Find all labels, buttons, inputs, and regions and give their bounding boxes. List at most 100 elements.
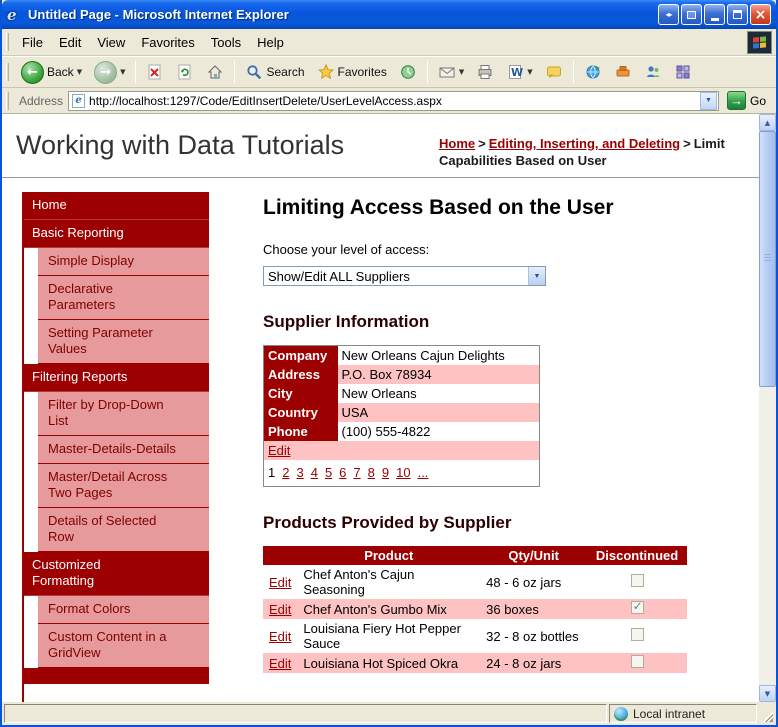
- print-button[interactable]: [471, 60, 499, 84]
- scroll-up-button[interactable]: ▲: [759, 114, 776, 131]
- pager-page-link[interactable]: 4: [311, 465, 318, 480]
- back-button[interactable]: ← Back ▼: [16, 58, 87, 87]
- discontinued-checkbox[interactable]: [630, 599, 644, 614]
- field-label: Company: [263, 345, 338, 365]
- breadcrumb-link-editing[interactable]: Editing, Inserting, and Deleting: [489, 136, 680, 151]
- menu-tools[interactable]: Tools: [203, 30, 249, 55]
- menu-edit[interactable]: Edit: [51, 30, 89, 55]
- toolbar-grip[interactable]: [6, 63, 9, 81]
- refresh-button[interactable]: [171, 60, 199, 84]
- search-button[interactable]: Search: [240, 60, 309, 84]
- pager-page-link[interactable]: 7: [353, 465, 360, 480]
- toolbar-grip[interactable]: [6, 33, 9, 51]
- scroll-down-button[interactable]: ▼: [759, 685, 776, 702]
- edit-button[interactable]: W ▼: [501, 60, 537, 84]
- pager-page-link[interactable]: 6: [339, 465, 346, 480]
- search-label: Search: [266, 65, 305, 79]
- page-header: Working with Data Tutorials Home > Editing…: [2, 114, 759, 177]
- minimize-icon: [710, 18, 719, 21]
- go-label: Go: [749, 93, 766, 108]
- sidebar-item-format-colors[interactable]: Format Colors: [38, 596, 209, 624]
- nav-arrows-button[interactable]: ◂▸: [658, 4, 679, 25]
- products-table: Product Qty/Unit Discontinued Edit Chef …: [263, 546, 687, 673]
- forward-button[interactable]: → ▼: [89, 58, 130, 87]
- messenger-button[interactable]: [639, 60, 667, 84]
- access-level-select[interactable]: Show/Edit ALL Suppliers ▼: [263, 266, 546, 286]
- resize-grip[interactable]: [759, 704, 774, 723]
- highlight-button[interactable]: [609, 60, 637, 84]
- sidebar-item-filtering-reports[interactable]: Filtering Reports: [24, 364, 209, 392]
- discontinued-checkbox[interactable]: [630, 628, 644, 641]
- product-edit-link[interactable]: Edit: [269, 602, 291, 617]
- breadcrumb: Home > Editing, Inserting, and Deleting > Li…: [439, 130, 751, 169]
- discontinued-checkbox[interactable]: [630, 574, 644, 587]
- maximize-icon: [733, 10, 742, 19]
- pager-page-link[interactable]: 2: [282, 465, 289, 480]
- address-dropdown-button[interactable]: ▼: [699, 91, 717, 110]
- minimize-button[interactable]: [704, 4, 725, 25]
- page-icon: e: [72, 93, 86, 108]
- sidebar-item-declarative-parameters[interactable]: Declarative Parameters: [38, 276, 209, 320]
- sidebar-item-setting-parameter-values[interactable]: Setting Parameter Values: [38, 320, 209, 364]
- field-value: USA: [337, 403, 540, 422]
- sidebar-item-home[interactable]: Home: [24, 192, 209, 220]
- product-qty: 32 - 8 oz bottles: [480, 619, 588, 653]
- supplier-edit-link[interactable]: Edit: [268, 443, 290, 458]
- breadcrumb-link-home[interactable]: Home: [439, 136, 475, 151]
- sidebar-item-details-of-selected-row[interactable]: Details of Selected Row: [38, 508, 209, 552]
- toolbar-grip[interactable]: [6, 91, 9, 110]
- favorites-button[interactable]: Favorites: [312, 60, 392, 84]
- pager-page-link[interactable]: 5: [325, 465, 332, 480]
- sidebar-item-master-details-details[interactable]: Master-Details-Details: [38, 436, 209, 464]
- product-name: Chef Anton's Gumbo Mix: [297, 599, 481, 619]
- chevron-down-icon: ▼: [527, 68, 533, 76]
- discontinued-checkbox[interactable]: [630, 655, 644, 668]
- pager-page-link[interactable]: 10: [396, 465, 410, 480]
- qty-column-header: Qty/Unit: [480, 546, 588, 565]
- scrollbar-thumb[interactable]: [759, 131, 776, 387]
- status-zone-label: Local intranet: [633, 706, 706, 721]
- address-input[interactable]: e http://localhost:1297/Code/EditInsertD…: [68, 90, 719, 111]
- sidebar-nav: Home Basic Reporting Simple Display Decl…: [22, 192, 209, 702]
- stop-button[interactable]: [141, 60, 169, 84]
- pager-ellipsis-link[interactable]: ...: [418, 465, 429, 480]
- sidebar-item-customized-formatting[interactable]: Customized Formatting: [24, 552, 209, 596]
- product-edit-link[interactable]: Edit: [269, 656, 291, 671]
- menu-view[interactable]: View: [89, 30, 133, 55]
- pager-page-link[interactable]: 9: [382, 465, 389, 480]
- select-dropdown-button[interactable]: ▼: [528, 267, 545, 285]
- product-row: Edit Louisiana Fiery Hot Pepper Sauce 32…: [263, 619, 687, 653]
- toolbar-separator: [426, 61, 428, 83]
- sidebar-item-filter-by-drop-down-list[interactable]: Filter by Drop-Down List: [38, 392, 209, 436]
- sidebar-item-clipped[interactable]: [24, 668, 209, 684]
- vertical-scrollbar[interactable]: ▲ ▼: [759, 114, 776, 702]
- favorites-label: Favorites: [337, 65, 387, 79]
- sync-button[interactable]: [579, 60, 607, 84]
- sidebar-item-master-detail-across-two-pages[interactable]: Master/Detail Across Two Pages: [38, 464, 209, 508]
- mail-icon: [438, 63, 456, 81]
- sidebar-item-basic-reporting[interactable]: Basic Reporting: [24, 220, 209, 248]
- product-edit-link[interactable]: Edit: [269, 575, 291, 590]
- menu-file[interactable]: File: [14, 30, 51, 55]
- close-button[interactable]: ×: [750, 4, 771, 25]
- product-edit-link[interactable]: Edit: [269, 629, 291, 644]
- pager-page-link[interactable]: 8: [368, 465, 375, 480]
- go-arrow-icon: →: [726, 91, 746, 110]
- menu-favorites[interactable]: Favorites: [133, 30, 202, 55]
- edit-column-header: [263, 546, 298, 565]
- maximize-button[interactable]: [727, 4, 748, 25]
- pager-page-link[interactable]: 3: [296, 465, 303, 480]
- status-zone-panel: Local intranet: [609, 704, 757, 723]
- home-button[interactable]: [201, 60, 229, 84]
- web-page: Working with Data Tutorials Home > Editing…: [2, 114, 759, 702]
- tiles-button[interactable]: [669, 60, 697, 84]
- menu-help[interactable]: Help: [249, 30, 292, 55]
- pager: 1 2 3 4 5 6 7 8 9 10...: [264, 460, 540, 487]
- go-button[interactable]: → Go: [724, 89, 772, 112]
- discuss-button[interactable]: [540, 60, 568, 84]
- window-button[interactable]: [681, 4, 702, 25]
- sidebar-item-custom-content-gridview[interactable]: Custom Content in a GridView: [38, 624, 209, 668]
- history-button[interactable]: [394, 60, 422, 84]
- sidebar-item-simple-display[interactable]: Simple Display: [38, 248, 209, 276]
- mail-button[interactable]: ▼: [433, 60, 469, 84]
